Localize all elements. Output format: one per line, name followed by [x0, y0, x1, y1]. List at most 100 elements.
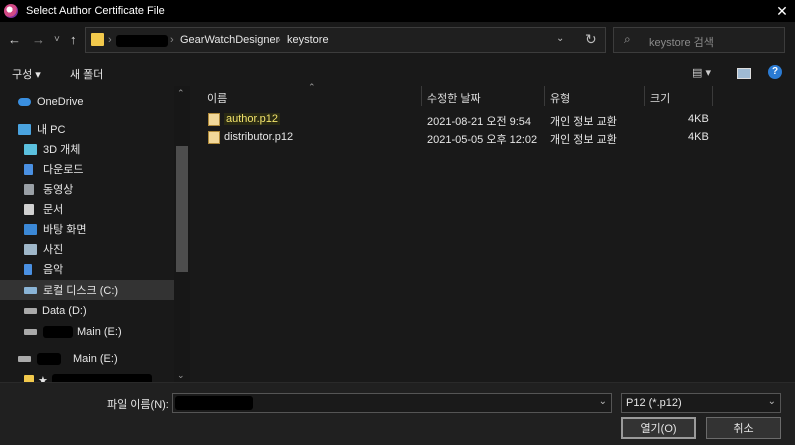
sidebar-item-label: 사진: [43, 244, 64, 256]
sidebar-item-label: 문서: [43, 204, 64, 216]
back-arrow-icon[interactable]: ←: [8, 33, 21, 47]
title-bar: Select Author Certificate File ✕: [0, 0, 795, 22]
address-bar[interactable]: › › GearWatchDesigner › keystore ⌄ ↻: [85, 27, 606, 53]
cube-icon: [24, 143, 37, 155]
column-divider[interactable]: [544, 86, 545, 106]
sidebar-item-label: Data (D:): [42, 305, 87, 317]
sidebar-item-this-pc[interactable]: 내 PC: [0, 119, 174, 139]
sidebar-item-label: Main (E:): [73, 353, 118, 365]
filetype-value: P12 (*.p12): [626, 397, 682, 409]
navigation-bar: ← → ˅ ↑ › › GearWatchDesigner › keystore…: [0, 22, 795, 60]
help-icon[interactable]: ?: [768, 65, 782, 79]
close-icon[interactable]: ✕: [769, 0, 795, 22]
app-icon: [4, 4, 18, 18]
filename-input[interactable]: ⌄: [172, 393, 612, 413]
sidebar-item-desktop[interactable]: 바탕 화면: [0, 219, 174, 239]
file-size: 4KB: [688, 113, 709, 125]
file-row[interactable]: author.p12 2021-08-21 오전 9:54 개인 정보 교환 4…: [204, 111, 724, 129]
folder-icon: [91, 33, 104, 46]
preview-pane-icon[interactable]: [737, 68, 751, 79]
drive-icon: [24, 329, 37, 335]
sidebar-item-label: ★: [38, 374, 48, 383]
sidebar-item-downloads[interactable]: 다운로드: [0, 159, 174, 179]
sidebar-scrollbar[interactable]: ⌃ ⌄: [174, 86, 190, 382]
cloud-icon: [18, 98, 31, 106]
file-size: 4KB: [688, 131, 709, 143]
sidebar-item-label: OneDrive: [37, 96, 84, 108]
sidebar-item-documents[interactable]: 문서: [0, 199, 174, 219]
redacted-path: [116, 35, 168, 47]
document-icon: [24, 203, 34, 215]
new-folder-button[interactable]: 새 폴더: [70, 66, 103, 82]
column-divider[interactable]: [712, 86, 713, 106]
organize-button[interactable]: 구성 ▾: [12, 66, 41, 82]
column-divider[interactable]: [644, 86, 645, 106]
forward-arrow-icon[interactable]: →: [32, 33, 45, 47]
sidebar-item-label: 바탕 화면: [43, 224, 87, 236]
sort-ascending-icon: ⌃: [308, 82, 316, 92]
breadcrumb-separator: ›: [108, 34, 112, 46]
up-arrow-icon[interactable]: ↑: [70, 33, 77, 47]
sidebar-item-data-d[interactable]: Data (D:): [0, 301, 174, 321]
dialog-footer: 파일 이름(N): ⌄ P12 (*.p12) ⌄ 열기(O) 취소: [0, 382, 795, 445]
filetype-select[interactable]: P12 (*.p12) ⌄: [621, 393, 781, 413]
sidebar-item-label: 음악: [43, 264, 64, 276]
file-modified: 2021-05-05 오후 12:02: [427, 134, 538, 146]
file-name: author.p12: [224, 113, 280, 125]
command-bar: 구성 ▾ 새 폴더 ▤ ▾ ?: [0, 60, 795, 86]
recent-locations-icon[interactable]: ˅: [54, 33, 60, 47]
chevron-down-icon[interactable]: ⌄: [599, 396, 607, 407]
breadcrumb-separator: ›: [277, 34, 281, 46]
sidebar-item-main-e-2[interactable]: Main (E:): [0, 349, 174, 369]
window-title: Select Author Certificate File: [26, 5, 165, 17]
column-divider[interactable]: [421, 86, 422, 106]
scroll-down-icon[interactable]: ⌄: [177, 370, 185, 381]
drive-icon: [24, 286, 37, 294]
sidebar-item-videos[interactable]: 동영상: [0, 179, 174, 199]
sidebar-item-label: 내 PC: [37, 124, 66, 136]
desktop-icon: [24, 223, 37, 235]
file-type: 개인 정보 교환: [550, 116, 617, 128]
chevron-down-icon: ⌄: [767, 396, 776, 407]
search-placeholder: keystore 검색: [649, 37, 714, 49]
drive-icon: [24, 308, 37, 314]
folder-icon: [24, 374, 34, 382]
column-header-name[interactable]: 이름: [207, 90, 227, 106]
redacted-filename: [175, 396, 253, 410]
picture-icon: [24, 243, 37, 255]
sidebar-item-music[interactable]: 음악: [0, 259, 174, 279]
sidebar-item-label: 동영상: [43, 184, 74, 196]
music-icon: [24, 263, 32, 275]
sidebar-item-onedrive[interactable]: OneDrive: [0, 92, 174, 112]
scroll-up-icon[interactable]: ⌃: [177, 88, 185, 99]
filename-label: 파일 이름(N):: [107, 399, 169, 411]
breadcrumb-keystore[interactable]: keystore: [287, 34, 329, 46]
sidebar-item-local-disk-c[interactable]: 로컬 디스크 (C:): [0, 280, 174, 300]
file-name: distributor.p12: [224, 131, 294, 143]
breadcrumb-gearwatchdesigner[interactable]: GearWatchDesigner: [180, 34, 279, 46]
video-icon: [24, 183, 34, 195]
sidebar-item-main-e[interactable]: Main (E:): [0, 322, 174, 342]
sidebar-item-label: 3D 개체: [43, 144, 81, 156]
sidebar-item-pictures[interactable]: 사진: [0, 239, 174, 259]
column-header-size[interactable]: 크기: [650, 90, 670, 106]
sidebar-item-favorite-folder[interactable]: ★: [0, 370, 174, 382]
cancel-button[interactable]: 취소: [706, 417, 781, 439]
file-modified: 2021-08-21 오전 9:54: [427, 116, 532, 128]
file-row[interactable]: distributor.p12 2021-05-05 오후 12:02 개인 정…: [204, 129, 724, 147]
sidebar-item-3d-objects[interactable]: 3D 개체: [0, 139, 174, 159]
scrollbar-thumb[interactable]: [176, 146, 188, 272]
view-options-icon[interactable]: ▤ ▾: [692, 66, 711, 79]
download-icon: [24, 163, 33, 175]
refresh-icon[interactable]: ↻: [585, 31, 597, 48]
chevron-down-icon[interactable]: ⌄: [556, 33, 564, 44]
column-header-modified[interactable]: 수정한 날짜: [427, 90, 481, 106]
search-box[interactable]: ⌕ keystore 검색: [613, 27, 785, 53]
search-icon: ⌕: [624, 32, 631, 46]
open-button[interactable]: 열기(O): [621, 417, 696, 439]
file-list: 이름 ⌃ 수정한 날짜 유형 크기 author.p12 2021-08-21 …: [190, 82, 795, 382]
column-header-type[interactable]: 유형: [550, 90, 570, 106]
breadcrumb-separator: ›: [170, 34, 174, 46]
redacted-label: [51, 374, 152, 382]
redacted-label: [43, 326, 73, 338]
